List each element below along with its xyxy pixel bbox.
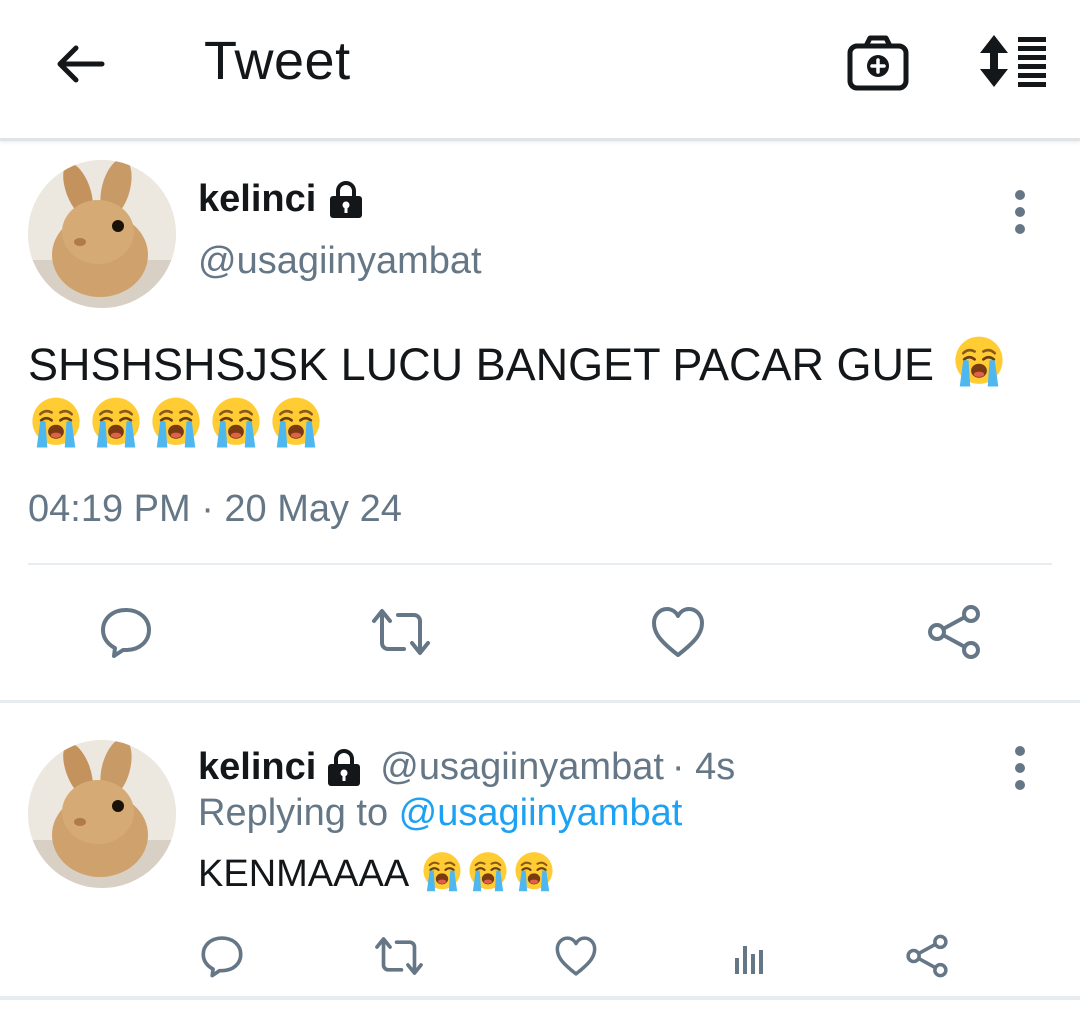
arrow-left-icon xyxy=(57,45,105,83)
tweet-timestamp: 04:19 PM · 20 May 24 xyxy=(28,488,402,530)
reply-button[interactable] xyxy=(96,602,156,662)
tweet-actions xyxy=(0,596,1080,666)
section-divider xyxy=(0,700,1080,703)
like-icon xyxy=(555,936,597,976)
more-options-icon[interactable] xyxy=(1010,190,1030,234)
like-button[interactable] xyxy=(648,602,708,662)
lock-icon xyxy=(330,180,363,218)
page-title: Tweet xyxy=(204,31,351,91)
sort-button[interactable] xyxy=(976,33,1048,89)
crying-emoji-icon xyxy=(268,395,324,451)
author-handle[interactable]: @usagiinyambat xyxy=(380,746,664,789)
reply-button[interactable] xyxy=(196,930,248,982)
crying-emoji-icon xyxy=(148,395,204,451)
like-icon xyxy=(652,607,704,657)
retweet-icon xyxy=(375,937,423,975)
crying-emoji-icon xyxy=(420,850,464,894)
camera-button[interactable] xyxy=(846,34,910,92)
author-name[interactable]: kelinci xyxy=(198,178,366,221)
crying-emoji-icon xyxy=(951,334,1007,390)
crying-emoji-icon xyxy=(88,395,144,451)
back-button[interactable] xyxy=(50,36,110,92)
retweet-button[interactable] xyxy=(368,602,434,662)
like-button[interactable] xyxy=(550,930,602,982)
more-options-icon[interactable] xyxy=(1010,746,1030,790)
bunny-avatar-image xyxy=(28,740,176,888)
share-button[interactable] xyxy=(900,930,954,982)
avatar[interactable] xyxy=(28,160,176,308)
reply-icon xyxy=(101,608,151,658)
analytics-icon xyxy=(735,946,763,974)
reply-author-line: kelinci @usagiinyambat · 4s xyxy=(198,746,735,789)
bunny-avatar-image xyxy=(28,160,176,308)
share-button[interactable] xyxy=(924,602,984,662)
author-name[interactable]: kelinci xyxy=(198,746,316,789)
crying-emoji-icon xyxy=(466,850,510,894)
sort-list-icon xyxy=(980,35,1046,87)
crying-emoji-icon xyxy=(208,395,264,451)
replying-to-link[interactable]: @usagiinyambat xyxy=(399,792,683,834)
avatar[interactable] xyxy=(28,740,176,888)
top-bar xyxy=(0,0,1080,141)
lock-icon xyxy=(328,748,361,786)
divider xyxy=(28,563,1052,565)
reply-icon xyxy=(201,936,243,978)
share-icon xyxy=(906,934,948,978)
divider xyxy=(0,996,1080,1000)
author-handle[interactable]: @usagiinyambat xyxy=(198,240,482,283)
replying-to: Replying to @usagiinyambat xyxy=(198,792,683,834)
share-icon xyxy=(928,605,980,659)
reply-time: · 4s xyxy=(671,746,736,788)
reply-text: KENMAAAA xyxy=(198,850,556,896)
reply-actions xyxy=(0,926,1080,986)
crying-emoji-icon xyxy=(28,395,84,451)
crying-emoji-icon xyxy=(512,850,556,894)
camera-plus-icon xyxy=(847,35,909,91)
analytics-button[interactable] xyxy=(724,930,776,982)
retweet-icon xyxy=(372,609,430,655)
tweet-text: SHSHSHSJSK LUCU BANGET PACAR GUE xyxy=(28,334,1058,456)
retweet-button[interactable] xyxy=(370,930,428,982)
